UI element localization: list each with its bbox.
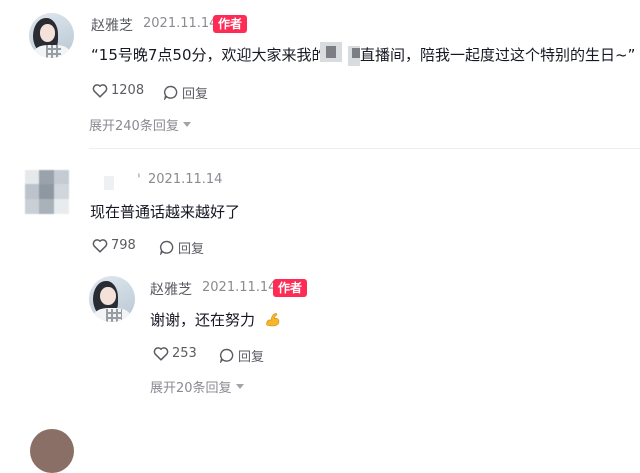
comment-bubble-icon	[163, 85, 178, 100]
like-button[interactable]: 798	[92, 238, 136, 253]
comment-author-name[interactable]: 赵雅芝	[91, 15, 133, 35]
expand-replies-label: 展开240条回复	[89, 119, 179, 134]
like-button[interactable]: 1208	[92, 83, 144, 98]
comment-text-part2: 直播间，陪我一起度过这个特别的生日~”	[360, 46, 636, 64]
comment-text: 直播间，陪我一起度过这个特别的生日~”	[360, 44, 635, 65]
expand-replies-label: 展开20条回复	[150, 381, 232, 396]
expand-replies-button[interactable]: 展开20条回复	[150, 377, 244, 396]
comment-text-part1: “15号晚7点50分，欢迎大家来我的	[91, 46, 327, 64]
heart-icon	[92, 84, 108, 98]
comment-author-name[interactable]: '	[137, 172, 141, 188]
comment-text: “15号晚7点50分，欢迎大家来我的	[91, 44, 327, 65]
reply-button[interactable]: 回复	[159, 238, 204, 257]
heart-icon	[153, 347, 169, 361]
reply-button[interactable]: 回复	[219, 346, 264, 365]
redacted-mosaic	[326, 46, 336, 58]
author-avatar[interactable]	[29, 13, 74, 58]
reply-label: 回复	[238, 350, 265, 365]
reply-label: 回复	[178, 242, 205, 257]
author-avatar[interactable]	[89, 276, 135, 322]
comment-text: 现在普通话越来越好了	[90, 203, 241, 221]
reply-date: 2021.11.14	[202, 280, 277, 295]
comment-date: 2021.11.14	[143, 16, 218, 31]
reply-text-body: 谢谢，还在努力	[150, 311, 256, 329]
redacted-mosaic	[352, 48, 360, 58]
reply-author-name[interactable]: 赵雅芝	[150, 279, 192, 299]
comment-date: 2021.11.14	[148, 172, 223, 187]
author-badge: 作者	[273, 279, 308, 297]
like-count: 253	[172, 346, 197, 361]
flexed-biceps-icon	[266, 313, 280, 327]
comment-divider	[89, 148, 640, 149]
comment-bubble-icon	[219, 348, 234, 363]
heart-icon	[92, 239, 108, 253]
next-comment-avatar[interactable]	[30, 429, 74, 473]
expand-replies-button[interactable]: 展开240条回复	[89, 115, 191, 134]
like-count: 798	[111, 238, 136, 253]
like-button[interactable]: 253	[153, 346, 197, 361]
chevron-down-icon	[182, 122, 191, 127]
author-badge: 作者	[213, 15, 248, 33]
like-count: 1208	[111, 83, 145, 98]
chevron-down-icon	[235, 384, 244, 389]
user-avatar[interactable]	[25, 170, 69, 214]
reply-text: 谢谢，还在努力	[150, 309, 281, 330]
reply-label: 回复	[182, 87, 209, 102]
reply-button[interactable]: 回复	[163, 83, 208, 102]
comment-bubble-icon	[159, 240, 174, 255]
redacted-mosaic	[104, 176, 114, 190]
